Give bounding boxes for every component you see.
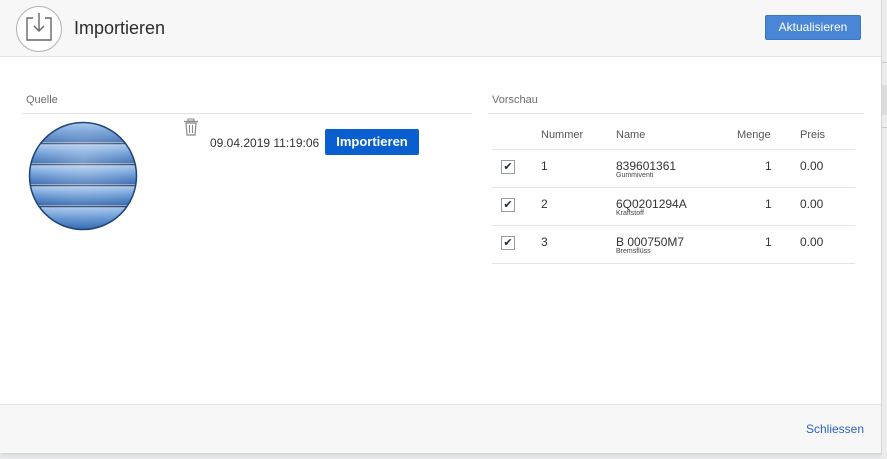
- row-divider: [492, 263, 855, 264]
- row-divider: [492, 225, 855, 226]
- cell-name: B 000750M7: [616, 235, 685, 249]
- import-button[interactable]: Importieren: [325, 129, 419, 155]
- close-link[interactable]: Schliessen: [806, 422, 864, 436]
- dialog-header: Importieren Aktualisieren: [0, 0, 881, 57]
- column-header-preis: Preis: [800, 129, 826, 141]
- row-checkbox[interactable]: ✔: [501, 160, 515, 174]
- source-section-label: Quelle: [26, 94, 58, 106]
- cell-menge: 1: [765, 159, 772, 173]
- cell-preis: 0.00: [800, 235, 824, 249]
- checkmark-icon: ✔: [503, 199, 513, 211]
- trash-icon[interactable]: [183, 118, 199, 136]
- import-dialog: Importieren Aktualisieren Quelle Vorscha…: [0, 0, 882, 453]
- cell-nummer: 3: [541, 235, 548, 249]
- cell-nummer: 1: [541, 159, 548, 173]
- column-header-nummer: Nummer: [541, 129, 584, 141]
- background-page-edge: [882, 0, 887, 459]
- dialog-footer: Schliessen: [0, 404, 881, 453]
- preview-divider: [488, 113, 864, 114]
- source-divider: [22, 113, 472, 114]
- row-checkbox[interactable]: ✔: [501, 198, 515, 212]
- cell-preis: 0.00: [800, 159, 824, 173]
- cell-name: 6Q0201294A: [616, 197, 687, 211]
- dialog-title: Importieren: [74, 18, 166, 38]
- row-checkbox[interactable]: ✔: [501, 236, 515, 250]
- column-header-menge: Menge: [737, 129, 771, 141]
- checkmark-icon: ✔: [503, 161, 513, 173]
- import-download-icon: [16, 6, 62, 52]
- preview-section-label: Vorschau: [492, 94, 538, 106]
- cell-preis: 0.00: [800, 197, 824, 211]
- cell-nummer: 2: [541, 197, 548, 211]
- table-header-divider: [492, 149, 855, 150]
- cell-menge: 1: [765, 235, 772, 249]
- cell-menge: 1: [765, 197, 772, 211]
- source-timestamp: 09.04.2019 11:19:06: [210, 136, 320, 150]
- cell-name-sub: Kraftstoff: [616, 210, 644, 217]
- row-divider: [492, 187, 855, 188]
- checkmark-icon: ✔: [503, 237, 513, 249]
- column-header-name: Name: [616, 129, 646, 141]
- cell-name-sub: Gummiventi: [616, 172, 654, 179]
- source-logo: [28, 121, 138, 231]
- cell-name-sub: Bremsflüss: [616, 248, 651, 255]
- refresh-button[interactable]: Aktualisieren: [765, 15, 861, 40]
- cell-name: 839601361: [616, 159, 677, 173]
